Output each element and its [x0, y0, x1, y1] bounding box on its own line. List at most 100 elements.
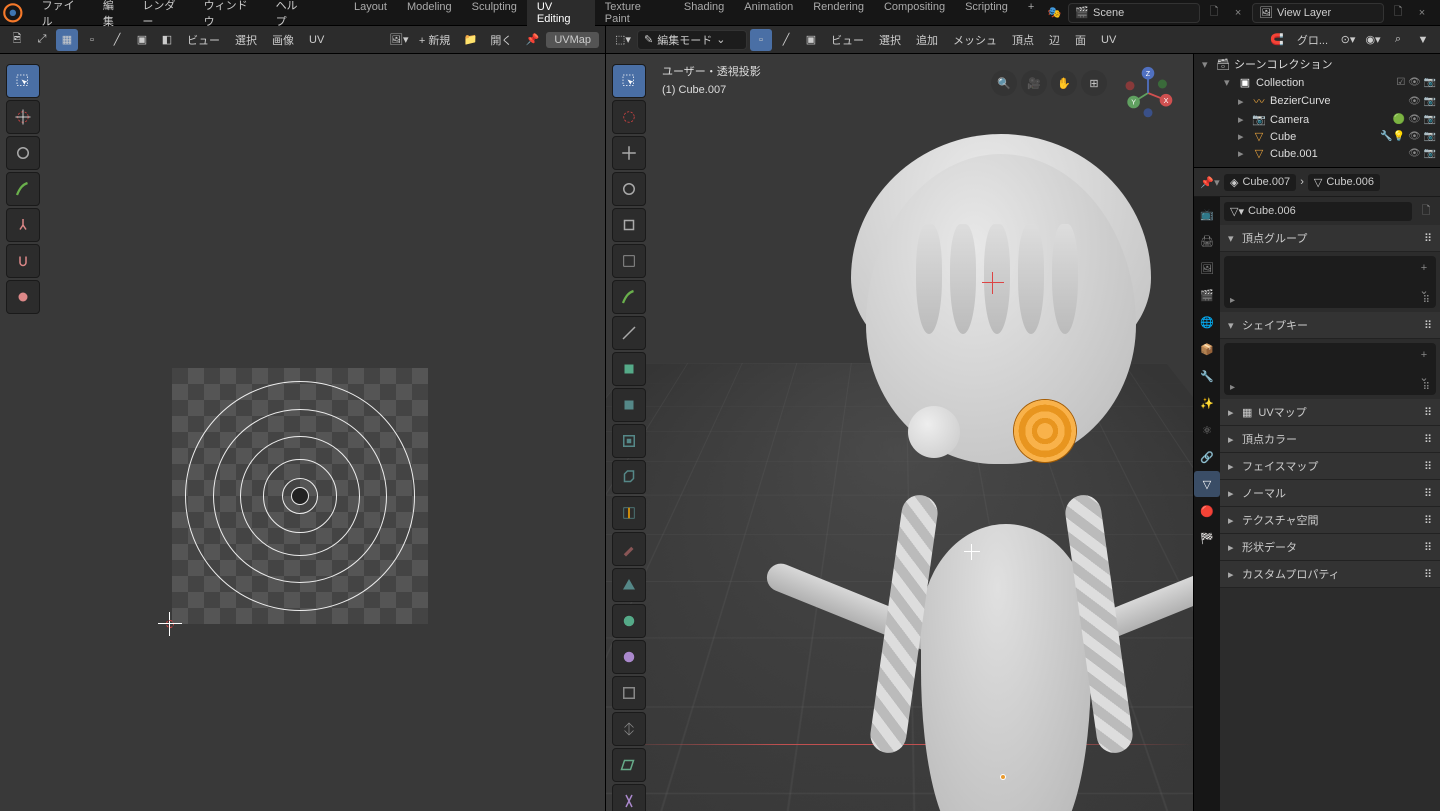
pan-icon[interactable]: ✋ [1051, 70, 1077, 96]
selmode-face-icon[interactable]: ▣ [800, 29, 822, 51]
ptab-output[interactable]: 🖨 [1194, 228, 1220, 254]
uv-sticky-icon[interactable]: ◧ [156, 29, 178, 51]
scene-input[interactable] [1093, 7, 1193, 19]
selmode-edge-icon[interactable]: ╱ [775, 29, 797, 51]
panel-face-maps[interactable]: ▸フェイスマップ⠿ [1220, 453, 1440, 480]
shape-keys-list[interactable]: +⌄ ▸⠿ [1224, 343, 1436, 395]
add-button[interactable]: + [1414, 258, 1434, 278]
zoom-icon[interactable]: 🔍 [991, 70, 1017, 96]
uv-menu-image[interactable]: 画像 [266, 29, 300, 51]
disclosure-icon[interactable]: ▸ [1238, 130, 1248, 143]
ptab-constraint[interactable]: 🔗 [1194, 444, 1220, 470]
nav-gizmo[interactable]: Z X Y [1121, 66, 1175, 120]
outliner-toggles[interactable]: 👁 📷 [1408, 96, 1436, 107]
play-icon[interactable]: ▸ [1230, 295, 1235, 306]
drag-icon[interactable]: ⠿ [1424, 460, 1432, 473]
vp-menu-edge[interactable]: 辺 [1043, 29, 1066, 51]
uv-sync-icon[interactable]: ▦ [56, 29, 78, 51]
ptab-object[interactable]: 📦 [1194, 336, 1220, 362]
ptab-data[interactable]: ▽ [1194, 471, 1220, 497]
viewlayer-input[interactable] [1277, 7, 1377, 19]
uvmap-field[interactable]: UVMap [546, 32, 599, 48]
vp-menu-add[interactable]: 追加 [910, 29, 944, 51]
outliner-toggles[interactable]: 🔧💡 👁 📷 [1380, 131, 1436, 142]
crumb-object[interactable]: ◈Cube.007 [1224, 174, 1296, 191]
drag-icon[interactable]: ⠿ [1424, 406, 1432, 419]
disclosure-icon[interactable]: ▸ [1238, 113, 1248, 126]
ptab-physics[interactable]: ⚛ [1194, 417, 1220, 443]
vp-tool-move[interactable] [612, 136, 646, 170]
disclosure-icon[interactable]: ▾ [1202, 58, 1212, 71]
vp-tool-select[interactable] [612, 64, 646, 98]
vp-tool-bevel[interactable] [612, 460, 646, 494]
uv-menu-view[interactable]: ビュー [181, 29, 226, 51]
disclosure-icon[interactable]: ▸ [1238, 95, 1248, 108]
vp-menu-face[interactable]: 面 [1069, 29, 1092, 51]
panel-vertex-colors[interactable]: ▸頂点カラー⠿ [1220, 426, 1440, 453]
camera-view-icon[interactable]: 🎥 [1021, 70, 1047, 96]
pivot-icon[interactable]: ⊙▾ [1337, 29, 1359, 51]
panel-normals[interactable]: ▸ノーマル⠿ [1220, 480, 1440, 507]
ptab-world[interactable]: 🌐 [1194, 309, 1220, 335]
panel-uv-maps[interactable]: ▸▦UVマップ⠿ [1220, 399, 1440, 426]
drag-icon[interactable]: ⠿ [1423, 382, 1430, 393]
vp-tool-shear[interactable] [612, 748, 646, 782]
viewlayer-new-icon[interactable]: 🗋 [1388, 3, 1408, 23]
panel-geometry-data[interactable]: ▸形状データ⠿ [1220, 534, 1440, 561]
orientation-field[interactable]: グロ... [1291, 29, 1334, 51]
uv-editor-type-icon[interactable]: 🖻 [6, 29, 28, 51]
vp-tool-addcube[interactable] [612, 352, 646, 386]
ptab-scene[interactable]: 🎬 [1194, 282, 1220, 308]
pin-icon[interactable]: 📌▾ [1200, 172, 1220, 192]
ptab-viewlayer[interactable]: 🖼 [1194, 255, 1220, 281]
disclosure-icon[interactable]: ▸ [1238, 147, 1248, 160]
outliner-toggles[interactable]: 🟢 👁 📷 [1393, 114, 1436, 125]
viewlayer-delete-icon[interactable]: × [1412, 3, 1432, 23]
drag-icon[interactable]: ⠿ [1424, 568, 1432, 581]
folder-icon[interactable]: 📁 [459, 29, 481, 51]
vp-tool-rotate[interactable] [612, 172, 646, 206]
mesh-new-icon[interactable]: 🗋 [1416, 201, 1436, 221]
vp-menu-view[interactable]: ビュー [825, 29, 870, 51]
vp-tool-transform[interactable] [612, 244, 646, 278]
panel-custom-props[interactable]: ▸カスタムプロパティ⠿ [1220, 561, 1440, 588]
vp-menu-uv[interactable]: UV [1095, 31, 1122, 49]
outliner-item[interactable]: ▸ ▽ Cube 🔧💡 👁 📷 [1194, 128, 1440, 145]
drag-icon[interactable]: ⠿ [1424, 433, 1432, 446]
outliner-item[interactable]: ▸ ▽ Cube.001 👁 📷 [1194, 145, 1440, 162]
vp-menu-mesh[interactable]: メッシュ [947, 29, 1003, 51]
scene-new-icon[interactable]: 🗋 [1204, 3, 1224, 23]
outliner-collection[interactable]: ▾ ▣ Collection ☑ 👁 📷 [1194, 74, 1440, 91]
scene-field[interactable]: 🎬 [1068, 3, 1200, 23]
filter-header-icon[interactable]: ▼ [1412, 29, 1434, 51]
mesh-name-input[interactable]: ▽▾ Cube.006 [1224, 202, 1412, 221]
uv-selmode-edge-icon[interactable]: ╱ [106, 29, 128, 51]
uv-selmode-face-icon[interactable]: ▣ [131, 29, 153, 51]
vp-tool-loopcut[interactable] [612, 496, 646, 530]
uv-menu-select[interactable]: 選択 [229, 29, 263, 51]
scene-browse-icon[interactable]: 🎭 [1044, 3, 1064, 23]
ptab-modifier[interactable]: 🔧 [1194, 363, 1220, 389]
outliner-item[interactable]: ▸ 〰 BezierCurve 👁 📷 [1194, 91, 1440, 111]
overlays-icon[interactable]: ◉▾ [1362, 29, 1384, 51]
viewport-3d[interactable]: ユーザー・透視投影 (1) Cube.007 🔍 🎥 ✋ ⊞ Z X Y [606, 54, 1194, 811]
drag-icon[interactable]: ⠿ [1423, 295, 1430, 306]
outliner-toggles[interactable]: 👁 📷 [1408, 148, 1436, 159]
add-button[interactable]: + [1414, 345, 1434, 365]
image-open-button[interactable]: 開く [484, 29, 518, 51]
vp-tool-extrude[interactable] [612, 388, 646, 422]
uv-editor[interactable] [0, 54, 606, 811]
image-new-button[interactable]: + 新規 [413, 29, 457, 51]
tool-cursor[interactable] [6, 100, 40, 134]
drag-icon[interactable]: ⠿ [1424, 232, 1432, 245]
panel-texture-space[interactable]: ▸テクスチャ空間⠿ [1220, 507, 1440, 534]
vp-tool-measure[interactable] [612, 316, 646, 350]
scene-delete-icon[interactable]: × [1228, 3, 1248, 23]
vp-tool-cursor[interactable] [612, 100, 646, 134]
selmode-vert-icon[interactable]: ▫ [750, 29, 772, 51]
tool-select-box[interactable] [6, 64, 40, 98]
mode-select[interactable]: ✎ 編集モード ⌄ [637, 30, 747, 50]
vp-tool-shrink[interactable] [612, 712, 646, 746]
vp-tool-rip[interactable] [612, 784, 646, 811]
tool-annotate[interactable] [6, 172, 40, 206]
